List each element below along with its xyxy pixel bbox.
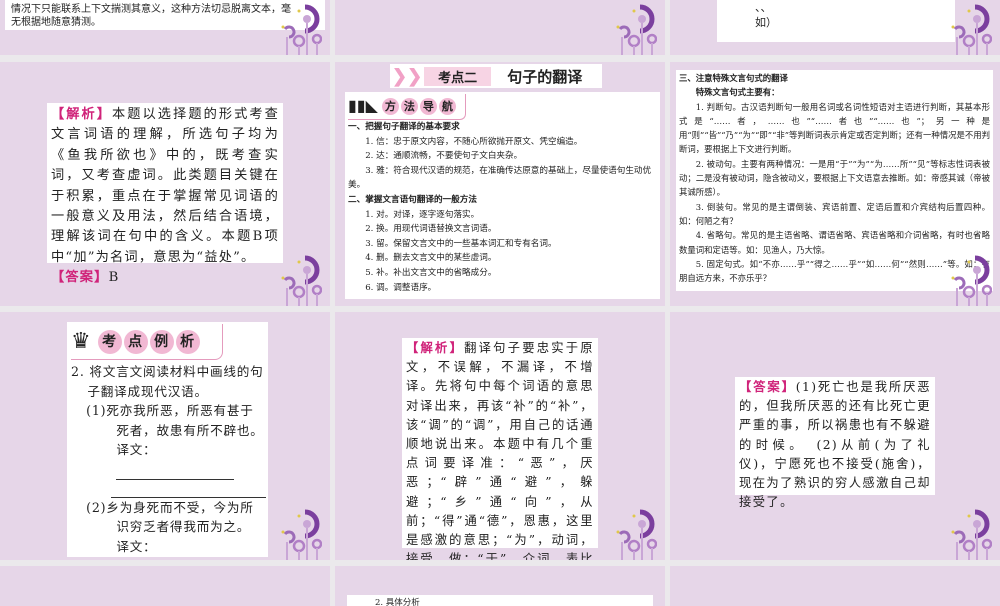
method-guide-badge: 方法导航: [381, 98, 456, 115]
analysis-box: 【解析】本题以选择题的形式考查文言词语的理解，所选句子均为《鱼我所欲也》中的，既…: [47, 103, 283, 285]
text-line: 、、: [755, 1, 772, 14]
slide-thumb-7[interactable]: ♛ 考点例析 2. 将文言文阅读材料中画线的句子翻译成现代汉语。 (1)死亦我所…: [0, 312, 330, 560]
section-banner: ❯❯ 考点二 句子的翻译: [390, 64, 602, 88]
answer-tag: 【答案】: [51, 270, 109, 286]
analysis-text: 翻译句子要忠实于原文，不误解，不漏译，不增译。先将句中每个词语的意思对译出来，再…: [406, 341, 594, 560]
answer-box: 【答案】(1)死亡也是我所厌恶的，但我所厌恶的还有比死亡更严重的事，所以祸患也有…: [735, 377, 935, 509]
answer-text: B: [108, 270, 120, 286]
heading-3: 三、注意特殊文言句式的翻译: [679, 73, 788, 83]
question-text: 2. 将文言文阅读材料中画线的句子翻译成现代汉语。: [71, 364, 264, 399]
translation-line: [111, 480, 266, 498]
method-item: 3. 留。保留文言文中的一些基本词汇和专有名词。: [365, 238, 557, 249]
req-item: 2. 达：通顺流畅，不要使句子文白夹杂。: [365, 151, 523, 162]
translation-label: 译文：: [116, 442, 157, 458]
slide-thumb-6[interactable]: 三、注意特殊文言句式的翻译 特殊文言句式主要有： 1. 判断句。古汉语判断句一般…: [670, 62, 1000, 306]
req-item: 1. 信：忠于原文内容，不随心所欲抛开原文、凭空编造。: [365, 136, 583, 147]
flower-decoration-icon: [277, 504, 322, 560]
text-line: 2. 具体分析: [375, 598, 420, 606]
analysis-tag: 【解析】: [51, 107, 113, 122]
slide-thumb-3[interactable]: 、、 如）: [670, 0, 1000, 55]
analysis-tag: 【解析】: [406, 341, 465, 355]
text-line: 如）: [755, 16, 777, 29]
answer-tag: 【答案】: [739, 380, 796, 394]
sentence-type-item: 2. 被动句。主要有两种情况：一是用“于”“为”“为……所”“见”等标志性词表被…: [679, 158, 990, 198]
sentence-type-item: 1. 判断句。古汉语判断句一般用名词或名词性短语对主语进行判断，其基本形式是“……: [679, 101, 991, 155]
sentence-type-item: 4. 省略句。常见的是主语省略、谓语省略、宾语省略和介词省略，有时也省略数量词和…: [679, 230, 990, 255]
slide-thumb-10[interactable]: [0, 566, 330, 606]
chevron-icon: ❯❯: [392, 65, 423, 87]
sentence-type-item: 5. 固定句式。如“不亦……乎”“得之……乎”“如……何”“然则……”等。如：有…: [679, 258, 990, 284]
method-item: 1. 对。对译，逐字逐句落实。: [365, 209, 480, 220]
flower-decoration-icon: [612, 504, 657, 560]
flower-decoration-icon: [277, 250, 322, 306]
heading-2: 二、掌握文言语句翻译的一般方法: [348, 194, 477, 205]
flower-decoration-icon: [612, 0, 657, 55]
method-item: 6. 调。调整语序。: [365, 282, 437, 293]
text-line: 情况下只能联系上下文揣测其意义，这种方法切忌脱离文本，毫: [11, 4, 291, 15]
question-box: ♛ 考点例析 2. 将文言文阅读材料中画线的句子翻译成现代汉语。 (1)死亦我所…: [67, 322, 268, 557]
section-label: 考点二: [424, 66, 492, 86]
subheading: 特殊文言句式主要有：: [695, 87, 780, 98]
translation-line: [116, 466, 235, 480]
books-icon: ▮▮◣: [348, 96, 378, 116]
flower-decoration-icon: [947, 504, 992, 560]
flower-decoration-icon: [277, 0, 322, 55]
question-part-2: (2)乡为身死而不受，今为所识穷乏者得我而为之。: [86, 499, 254, 535]
sentence-type-box: 三、注意特殊文言句式的翻译 特殊文言句式主要有： 1. 判断句。古汉语判断句一般…: [676, 70, 993, 291]
slide-thumb-9[interactable]: 【答案】(1)死亡也是我所厌恶的，但我所厌恶的还有比死亡更严重的事，所以祸患也有…: [670, 312, 1000, 560]
analysis-text: 本题以选择题的形式考查文言词语的理解，所选句子均为《鱼我所欲也》中的，既考查实词…: [51, 107, 279, 265]
question-part-1: (1)死亦我所恶，所恶有甚于死者，故患有所不辟也。: [86, 403, 264, 438]
section-title: 句子的翻译: [507, 67, 583, 86]
translation-label: 译文：: [116, 538, 157, 554]
method-item: 2. 换。用现代词语替换文言词语。: [365, 224, 497, 235]
answer-text: (1)死亡也是我所厌恶的，但我所厌恶的还有比死亡更严重的事，所以祸患也有不躲避的…: [739, 380, 931, 510]
slide-thumb-1[interactable]: 情况下只能联系上下文揣测其意义，这种方法切忌脱离文本，毫 无根据地随意猜测。: [0, 0, 330, 55]
slide-thumb-2[interactable]: [335, 0, 665, 55]
method-item: 5. 补。补出文言文中的省略成分。: [365, 267, 497, 278]
sentence-type-item: 3. 倒装句。常见的是主谓倒装、宾语前置、定语后置和介宾结构后置四种。如：何陋之…: [679, 201, 990, 226]
analysis-box: 【解析】翻译句子要忠实于原文，不误解，不漏译，不增译。先将句中每个词语的意思对译…: [402, 338, 598, 560]
text-line: 无根据地随意猜测。: [11, 17, 101, 28]
slide-thumb-11[interactable]: 2. 具体分析: [335, 566, 665, 606]
method-box: ▮▮◣ 方法导航 一、把握句子翻译的基本要求 1. 信：忠于原文内容，不随心所欲…: [345, 92, 660, 299]
flower-decoration-icon: [947, 0, 992, 55]
slide-thumb-12[interactable]: [670, 566, 1000, 606]
slide-thumb-4[interactable]: 【解析】本题以选择题的形式考查文言词语的理解，所选句子均为《鱼我所欲也》中的，既…: [0, 62, 330, 306]
req-item: 3. 雅：符合现代汉语的规范，在准确传达原意的基础上，尽量使语句生动优美。: [348, 165, 652, 191]
flower-decoration-icon: [947, 250, 992, 306]
example-analysis-badge: 考点例析: [97, 329, 200, 354]
method-item: 4. 删。删去文言文中的某些虚词。: [365, 253, 497, 264]
slide-thumb-8[interactable]: 【解析】翻译句子要忠实于原文，不误解，不漏译，不增译。先将句中每个词语的意思对译…: [335, 312, 665, 560]
text-box: 2. 具体分析: [347, 595, 653, 606]
slide-thumb-5[interactable]: ❯❯ 考点二 句子的翻译 ▮▮◣ 方法导航 一、把握句子翻译的基本要求 1. 信…: [335, 62, 665, 306]
heading-1: 一、把握句子翻译的基本要求: [348, 122, 460, 132]
crown-icon: ♛: [71, 328, 92, 354]
text-box: 、、 如）: [717, 0, 955, 42]
